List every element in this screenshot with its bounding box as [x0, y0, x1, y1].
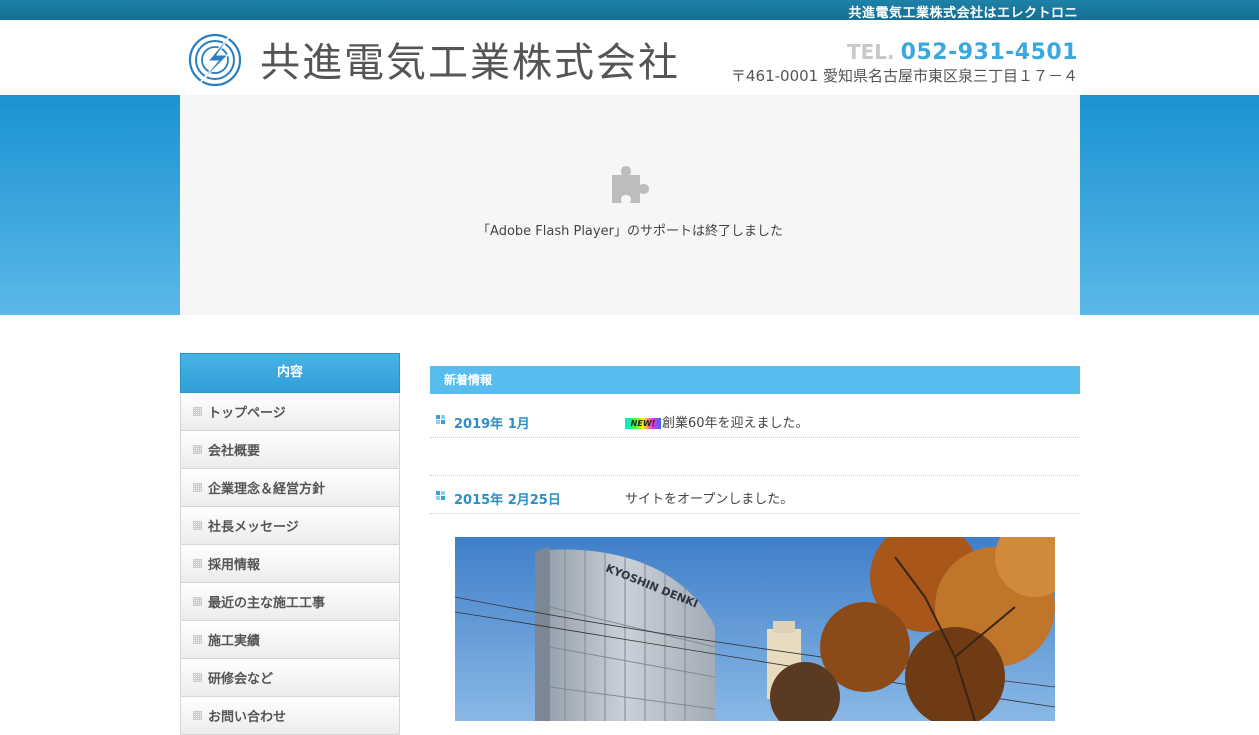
grid-bullet-icon	[193, 407, 202, 416]
grid-bullet-icon	[193, 635, 202, 644]
company-logo-icon[interactable]	[188, 31, 242, 87]
grid-bullet-icon	[193, 597, 202, 606]
news-date: 2015年 2月25日	[454, 493, 561, 508]
sidebar-item-contact[interactable]: お問い合わせ	[180, 697, 400, 735]
puzzle-piece-icon	[612, 166, 649, 203]
sidebar-item-recruit[interactable]: 採用情報	[180, 545, 400, 583]
news-text: サイトをオープンしました。	[625, 492, 794, 507]
sidebar-item-achievements[interactable]: 施工実績	[180, 621, 400, 659]
new-badge-icon: NEW!	[625, 418, 661, 429]
sidebar-item-seminars[interactable]: 研修会など	[180, 659, 400, 697]
sidebar-item-label: 研修会など	[208, 672, 274, 687]
building-photo: KYOSHIN DENKI	[455, 537, 1055, 721]
news-section: 新着情報 2019年 1月 NEW! 創業60年を迎えました。 2015年 2月2…	[430, 366, 1080, 514]
news-text-wrap[interactable]: NEW! 創業60年を迎えました。	[625, 412, 809, 431]
sidebar-item-label: 社長メッセージ	[208, 520, 299, 535]
sidebar-item-recent-works[interactable]: 最近の主な施工工事	[180, 583, 400, 621]
news-item: 2015年 2月25日 サイトをオープンしました。	[430, 476, 1080, 514]
grid-bullet-icon	[193, 483, 202, 492]
news-text: 創業60年を迎えました。	[662, 416, 809, 431]
sidebar-item-label: 採用情報	[208, 558, 261, 573]
news-date: 2019年 1月	[454, 417, 530, 432]
sidebar-item-president-message[interactable]: 社長メッセージ	[180, 507, 400, 545]
sidebar-item-label: 最近の主な施工工事	[208, 596, 326, 611]
company-name-logo[interactable]: 共進電気工業株式会社	[260, 30, 680, 88]
grid-bullet-icon	[193, 711, 202, 720]
flash-message: 「Adobe Flash Player」のサポートは終了しました	[477, 224, 783, 239]
news-item: 2019年 1月 NEW! 創業60年を迎えました。	[430, 400, 1080, 438]
company-address: 〒461-0001 愛知県名古屋市東区泉三丁目１７－４	[731, 67, 1078, 85]
news-bullet-icon	[436, 491, 445, 500]
flash-placeholder[interactable]: 「Adobe Flash Player」のサポートは終了しました	[180, 95, 1080, 315]
news-item-empty	[430, 438, 1080, 476]
sidebar-item-top[interactable]: トップページ	[180, 393, 400, 431]
sidebar-item-label: 会社概要	[208, 444, 261, 459]
top-bar: 共進電気工業株式会社はエレクトロニ	[0, 0, 1259, 21]
sidebar-item-label: 企業理念＆経営方針	[208, 482, 326, 497]
grid-bullet-icon	[193, 445, 202, 454]
sidebar-menu: 内容 トップページ 会社概要 企業理念＆経営方針 社長メッセージ 採用情報 最近…	[180, 353, 400, 735]
tel-number: 052-931-4501	[900, 40, 1078, 65]
sidebar-item-label: 施工実績	[208, 634, 261, 649]
top-ticker-text: 共進電気工業株式会社はエレクトロニ	[848, 6, 1078, 21]
news-bullet-icon	[436, 415, 445, 424]
grid-bullet-icon	[193, 521, 202, 530]
sidebar-item-label: トップページ	[208, 406, 286, 421]
news-heading: 新着情報	[430, 366, 1080, 394]
grid-bullet-icon	[193, 559, 202, 568]
tel-label: TEL.	[847, 40, 895, 64]
sidebar-item-label: お問い合わせ	[208, 710, 287, 725]
phone-contact: TEL. 052-931-4501	[847, 40, 1078, 65]
sidebar-item-company-profile[interactable]: 会社概要	[180, 431, 400, 469]
grid-bullet-icon	[193, 673, 202, 682]
sidebar-item-philosophy[interactable]: 企業理念＆経営方針	[180, 469, 400, 507]
sidebar-heading: 内容	[180, 353, 400, 393]
